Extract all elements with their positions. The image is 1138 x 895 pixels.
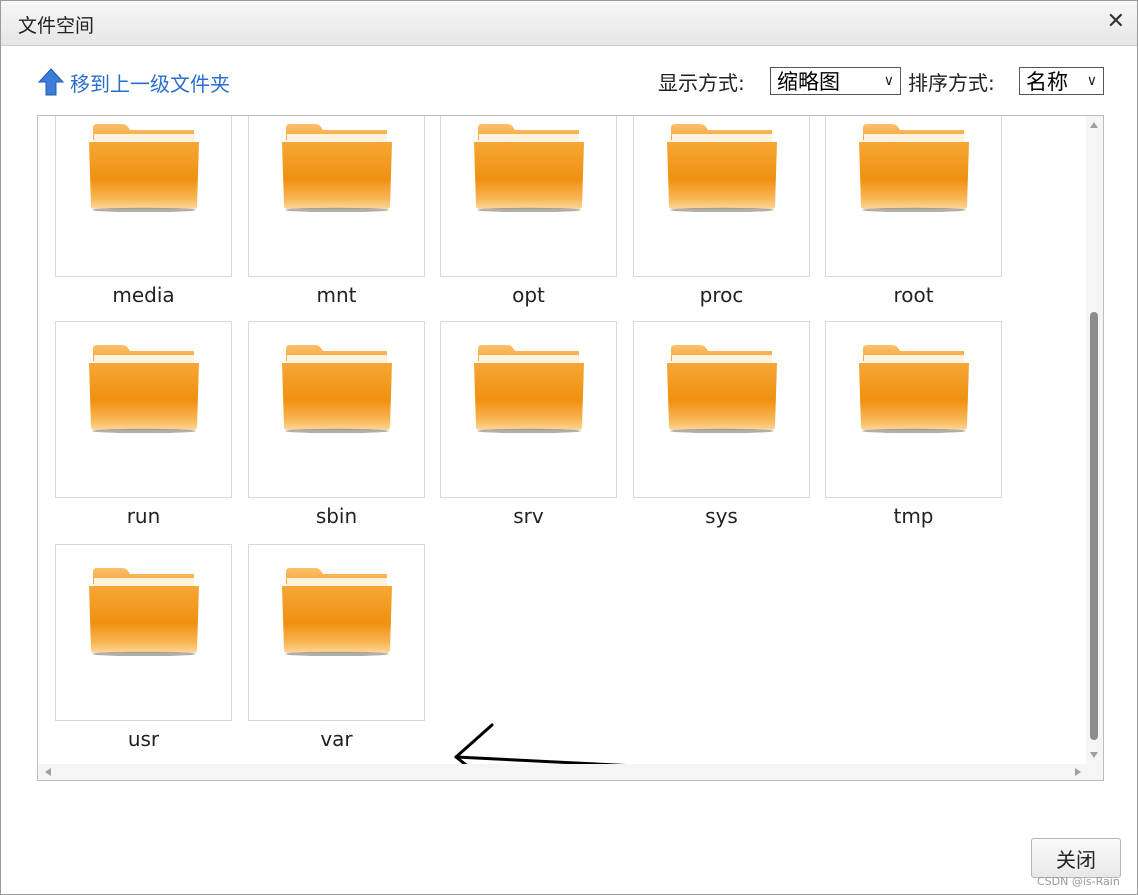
folder-name: opt: [512, 283, 545, 307]
folder-name: media: [112, 283, 175, 307]
folder-name: sys: [705, 504, 738, 528]
folder-thumbnail[interactable]: [440, 321, 617, 498]
folder-icon: [859, 345, 969, 433]
chevron-down-icon: ∨: [1086, 73, 1097, 89]
scroll-left-icon[interactable]: [45, 768, 51, 776]
folder-item[interactable]: tmp: [825, 321, 1002, 528]
vertical-scroll-thumb[interactable]: [1090, 312, 1098, 740]
go-up-folder-label: 移到上一级文件夹: [70, 71, 230, 96]
folder-name: sbin: [315, 504, 358, 528]
folder-icon: [474, 124, 584, 212]
folder-thumbnail[interactable]: [248, 116, 425, 277]
chevron-down-icon: ∨: [883, 73, 894, 89]
folder-item[interactable]: srv: [440, 321, 617, 528]
folder-thumbnail[interactable]: [440, 116, 617, 277]
watermark: CSDN @is-Rain: [1037, 875, 1120, 888]
title-bar: 文件空间 ✕: [1, 1, 1137, 46]
up-arrow-icon: [38, 68, 64, 96]
folder-icon: [859, 124, 969, 212]
sort-mode-label: 排序方式:: [908, 71, 995, 95]
folder-thumbnail[interactable]: [55, 321, 232, 498]
folder-name: run: [126, 504, 161, 528]
folder-thumbnail[interactable]: [633, 116, 810, 277]
folder-item[interactable]: var: [248, 544, 425, 751]
sort-mode-select[interactable]: 名称 ∨: [1019, 67, 1104, 95]
folder-item[interactable]: sbin: [248, 321, 425, 528]
horizontal-scrollbar[interactable]: [38, 764, 1103, 780]
vertical-scrollbar[interactable]: [1086, 116, 1103, 764]
display-mode-value: 缩略图: [777, 70, 840, 94]
folder-name: var: [320, 727, 353, 751]
folder-item[interactable]: opt: [440, 116, 617, 307]
file-space-dialog: 文件空间 ✕ 移到上一级文件夹 显示方式: 缩略图 ∨ 排序方式: 名称 ∨ m…: [0, 0, 1138, 895]
folder-item[interactable]: sys: [633, 321, 810, 528]
folder-name: usr: [127, 727, 160, 751]
folder-icon: [89, 568, 199, 656]
folder-icon: [89, 345, 199, 433]
folder-icon: [667, 124, 777, 212]
folder-thumbnail[interactable]: [55, 544, 232, 721]
go-up-folder-link[interactable]: 移到上一级文件夹: [38, 67, 230, 97]
dialog-title: 文件空间: [18, 15, 95, 37]
file-browser-panel: media mnt opt proc root run sbin srv sys…: [37, 115, 1104, 781]
folder-thumbnail[interactable]: [55, 116, 232, 277]
folder-item[interactable]: proc: [633, 116, 810, 307]
sort-mode-value: 名称: [1026, 70, 1068, 94]
folder-thumbnail[interactable]: [248, 321, 425, 498]
folder-icon: [282, 345, 392, 433]
close-icon[interactable]: ✕: [1107, 10, 1125, 34]
scroll-up-icon[interactable]: [1090, 122, 1098, 128]
folder-icon: [89, 124, 199, 212]
folder-icon: [474, 345, 584, 433]
folder-item[interactable]: root: [825, 116, 1002, 307]
folder-thumbnail[interactable]: [825, 116, 1002, 277]
display-mode-label: 显示方式:: [658, 71, 745, 95]
folder-name: proc: [699, 283, 744, 307]
folder-item[interactable]: mnt: [248, 116, 425, 307]
folder-item[interactable]: run: [55, 321, 232, 528]
close-button[interactable]: 关闭: [1031, 838, 1121, 878]
folder-thumbnail[interactable]: [825, 321, 1002, 498]
display-mode-select[interactable]: 缩略图 ∨: [770, 67, 901, 95]
folder-icon: [282, 124, 392, 212]
folder-thumbnail[interactable]: [633, 321, 810, 498]
folder-icon: [667, 345, 777, 433]
folder-item[interactable]: usr: [55, 544, 232, 751]
folder-name: mnt: [316, 283, 357, 307]
folder-icon: [282, 568, 392, 656]
folder-name: tmp: [893, 504, 934, 528]
folder-name: root: [893, 283, 934, 307]
scroll-right-icon[interactable]: [1075, 768, 1081, 776]
folder-item[interactable]: media: [55, 116, 232, 307]
folder-name: srv: [513, 504, 544, 528]
folder-thumbnail[interactable]: [248, 544, 425, 721]
scroll-down-icon[interactable]: [1090, 752, 1098, 758]
